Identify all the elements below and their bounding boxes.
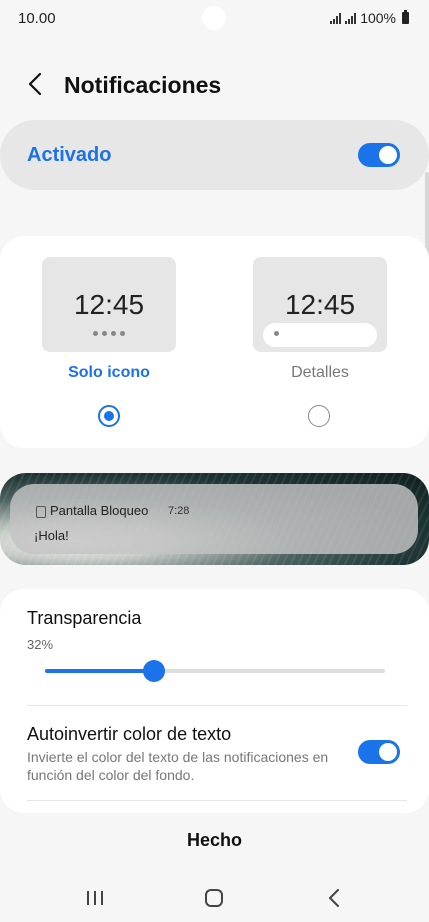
master-switch-toggle[interactable] (358, 143, 400, 167)
master-switch-bar[interactable]: Activado (0, 120, 429, 190)
recent-apps-icon (87, 891, 103, 905)
style-option-label-details[interactable]: Detalles (253, 364, 387, 382)
preview-time: 12:45 (73, 289, 145, 320)
appearance-settings-card: Transparencia 32% Autoinvertir color de … (0, 589, 429, 813)
nav-back-button[interactable] (321, 884, 349, 912)
divider (27, 705, 407, 706)
home-button[interactable] (200, 884, 228, 912)
radio-icon-only[interactable] (98, 405, 120, 427)
lock-screen-preview: Pantalla Bloqueo 7:28 ¡Hola! (0, 473, 429, 565)
signal-icon (330, 12, 342, 24)
transparency-slider[interactable] (45, 660, 385, 682)
preview-notification-bar (263, 323, 377, 347)
style-preview-details[interactable]: 12:45 (253, 257, 387, 352)
home-icon (205, 889, 223, 907)
preview-icon-dots (42, 323, 176, 341)
status-indicators: 100% (330, 10, 409, 26)
preview-time: 12:45 (284, 289, 356, 320)
done-button[interactable]: Hecho (0, 830, 429, 851)
style-option-label-icon-only[interactable]: Solo icono (42, 364, 176, 382)
notification-preview-bubble: Pantalla Bloqueo 7:28 ¡Hola! (10, 484, 418, 554)
camera-cutout (202, 6, 226, 30)
transparency-title: Transparencia (27, 608, 142, 628)
app-icon (36, 506, 46, 518)
notification-app-name: Pantalla Bloqueo (50, 503, 149, 518)
slider-thumb[interactable] (142, 660, 165, 682)
battery-icon (402, 10, 409, 24)
notification-message: ¡Hola! (34, 528, 69, 543)
autoinvert-toggle[interactable] (358, 740, 400, 764)
notification-time: 7:28 (168, 505, 190, 517)
master-switch-label: Activado (27, 144, 112, 166)
status-bar: 10.00 100% (0, 0, 429, 36)
back-button[interactable] (22, 70, 50, 98)
notification-style-card: 12:45 Solo icono 12:45 Detalles (0, 236, 429, 448)
slider-fill (45, 669, 154, 673)
back-icon (329, 889, 339, 907)
autoinvert-title: Autoinvertir color de texto (27, 724, 232, 744)
radio-details[interactable] (308, 405, 330, 427)
recent-apps-button[interactable] (81, 884, 109, 912)
autoinvert-description: Invierte el color del texto de las notif… (27, 749, 329, 783)
toggle-knob (379, 146, 397, 164)
toggle-knob (379, 743, 397, 761)
header: Notificaciones (0, 62, 429, 106)
navigation-bar (0, 872, 429, 920)
style-preview-icon-only[interactable]: 12:45 (42, 257, 176, 352)
status-time: 10.00 (18, 10, 56, 27)
chevron-left-icon (28, 72, 42, 96)
battery-percentage: 100% (360, 10, 396, 26)
divider (27, 800, 407, 801)
page-title: Notificaciones (64, 72, 222, 98)
signal-icon (345, 12, 357, 24)
transparency-value: 32% (27, 637, 54, 652)
